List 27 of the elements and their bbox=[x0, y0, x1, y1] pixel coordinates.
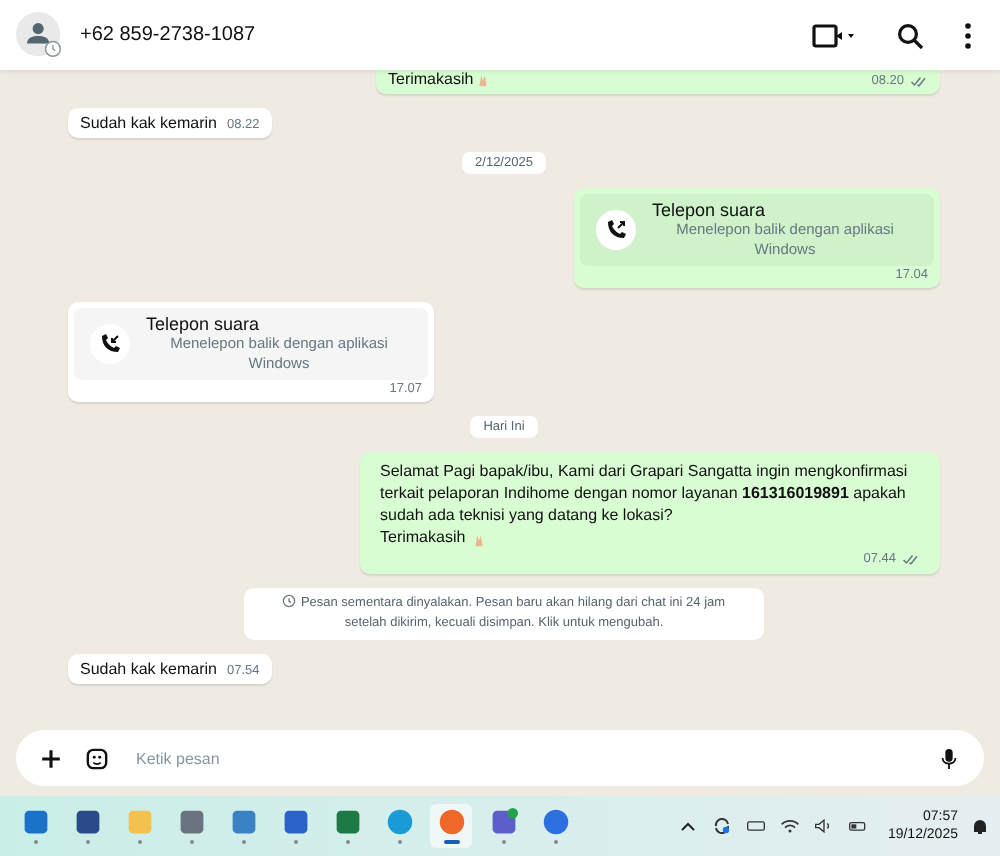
avatar-icon[interactable] bbox=[16, 11, 64, 59]
message-field[interactable]: Ketik pesan bbox=[132, 747, 914, 769]
search-icon[interactable] bbox=[896, 21, 924, 49]
message-text: Sudah kak kemarin bbox=[80, 660, 217, 679]
notification-bell-icon[interactable] bbox=[970, 816, 990, 836]
battery-icon[interactable] bbox=[847, 816, 868, 836]
taskbar-app[interactable] bbox=[430, 804, 472, 848]
message-text: Terimakasih bbox=[380, 528, 466, 547]
contact-name: +62 859-2738-1087 bbox=[80, 24, 256, 46]
phone-icon bbox=[90, 324, 130, 365]
call-title: Telepon suara bbox=[652, 200, 768, 221]
message-text: Terimakasih bbox=[388, 70, 474, 88]
plus-icon[interactable] bbox=[40, 747, 62, 769]
wifi-icon[interactable] bbox=[779, 816, 800, 836]
keyboard-icon[interactable] bbox=[745, 816, 766, 836]
sync-icon[interactable] bbox=[711, 816, 732, 836]
volume-icon[interactable] bbox=[813, 816, 834, 836]
timer-icon bbox=[282, 594, 297, 609]
sticker-icon[interactable] bbox=[86, 747, 108, 769]
message-text: Sudah kak kemarin bbox=[80, 114, 217, 133]
microphone-icon[interactable] bbox=[938, 747, 960, 769]
video-call-icon[interactable] bbox=[812, 21, 856, 49]
message-text: Selamat Pagi bapak/ibu, Kami dari Grapari Sangatta ingin mengkonfirmasi terkait pelaporan Indihome dengan nomor layanan 161316019891 apakah sudah ada teknisi yang datang ke lokasi? bbox=[380, 462, 908, 525]
phone-icon bbox=[596, 210, 636, 251]
message-composer[interactable]: Ketik pesan bbox=[16, 730, 984, 786]
call-title: Telepon suara bbox=[146, 314, 262, 335]
menu-icon[interactable] bbox=[964, 21, 972, 49]
